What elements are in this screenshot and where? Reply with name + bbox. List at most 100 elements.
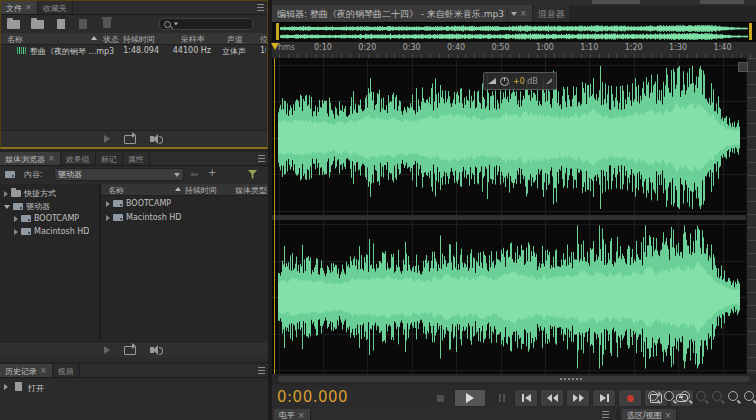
close-icon[interactable]: × — [665, 412, 672, 420]
waveform-view[interactable]: +0 dB — [272, 58, 756, 374]
tab-history-label: 历史记录 — [5, 366, 37, 377]
zoom-in-time-button[interactable] — [680, 391, 690, 401]
rewind-button[interactable] — [540, 389, 564, 407]
media-panel-tabbar: 媒体浏览器× 效果组 标记 属性 — [0, 152, 268, 166]
zoom-out-time-button[interactable] — [696, 391, 706, 401]
open-file-icon[interactable] — [7, 20, 20, 29]
close-icon[interactable]: × — [25, 4, 32, 12]
zoom-out-button[interactable] — [664, 391, 674, 401]
ruler-time-label: 0:50 — [492, 43, 510, 52]
delete-icon[interactable] — [103, 19, 111, 28]
tree-collapsed-icon[interactable] — [14, 216, 18, 222]
tree-expanded-icon[interactable] — [4, 205, 10, 209]
overview-waveform[interactable] — [280, 24, 748, 41]
zoom-selection-left-button[interactable] — [728, 391, 738, 401]
hud-pin-icon[interactable] — [546, 78, 552, 84]
zoom-amplitude-button[interactable] — [712, 391, 722, 401]
sort-asc-icon — [91, 36, 97, 40]
panel-menu-icon[interactable] — [254, 364, 268, 377]
fast-forward-button[interactable] — [566, 389, 590, 407]
close-icon[interactable]: × — [48, 155, 55, 163]
file-row[interactable]: 整曲《夜的钢琴 ...mp3 1:48.094 44100 Hz 立体声 16 — [1, 45, 267, 56]
disk-icon — [21, 228, 31, 235]
tab-selection-view-label: 选区/视图 — [627, 410, 662, 420]
tree-collapsed-icon[interactable] — [14, 229, 18, 235]
tree-item[interactable]: 快捷方式 — [4, 188, 56, 199]
preview-play-icon[interactable] — [104, 346, 110, 354]
search-input[interactable] — [159, 18, 253, 30]
volume-knob[interactable] — [500, 77, 509, 86]
tab-levels[interactable]: 电平× — [274, 409, 311, 420]
tab-editor[interactable]: 编辑器: 整曲《夜的钢琴曲二十四》 - 来自虾米音乐.mp3 × — [272, 5, 533, 22]
channel-corner-icon[interactable] — [738, 62, 748, 72]
waveform-canvas[interactable] — [272, 58, 746, 374]
preview-autoplay-icon[interactable] — [150, 347, 154, 353]
tree-item[interactable]: Macintosh HD — [14, 227, 89, 236]
tab-media-browser[interactable]: 媒体浏览器× — [0, 152, 61, 165]
ruler-unit-label: hms — [278, 43, 295, 52]
tab-selection-view[interactable]: 选区/视图× — [622, 409, 677, 420]
media-table-row[interactable]: BOOTCAMP — [106, 199, 171, 208]
hud-volume-control[interactable]: +0 dB — [483, 72, 557, 90]
tab-mixer[interactable]: 混音器 — [533, 5, 571, 22]
zoom-in-button[interactable] — [648, 391, 658, 401]
history-pointer-icon — [4, 384, 8, 390]
range-handle-right[interactable] — [749, 23, 752, 40]
range-handle-left[interactable] — [276, 23, 279, 40]
tab-effects-rack-label: 效果组 — [66, 154, 90, 165]
tab-files[interactable]: 文件× — [1, 1, 38, 14]
filter-icon[interactable] — [248, 170, 257, 179]
media-table-header[interactable]: 名称 持续时间 媒体类型 — [101, 184, 268, 196]
timeline-ruler[interactable]: hms 0:100:200:300:400:501:001:101:201:30… — [272, 42, 756, 59]
search-dropdown-icon[interactable] — [174, 23, 178, 26]
media-table-row[interactable]: Macintosh HD — [106, 213, 181, 222]
new-file-icon[interactable] — [57, 19, 65, 29]
tab-video[interactable]: 视频 — [53, 364, 80, 377]
stop-button[interactable] — [428, 389, 452, 407]
preview-autoplay-icon[interactable] — [150, 136, 154, 142]
panel-menu-icon[interactable] — [253, 1, 267, 14]
tab-effects-rack[interactable]: 效果组 — [61, 152, 96, 165]
ruler-time-label: 1:00 — [536, 43, 554, 52]
insert-multitrack-icon[interactable] — [79, 19, 87, 29]
tab-markers[interactable]: 标记 — [96, 152, 123, 165]
tree-collapsed-icon[interactable] — [106, 201, 110, 207]
overview-strip[interactable] — [272, 22, 756, 43]
zoom-selection-right-button[interactable] — [744, 391, 754, 401]
panel-menu-icon[interactable] — [254, 152, 268, 165]
skip-to-end-button[interactable] — [592, 389, 616, 407]
close-icon[interactable]: × — [520, 10, 527, 18]
tree-item[interactable]: 驱动器 — [4, 201, 50, 212]
content-dropdown[interactable]: 驱动器 — [54, 168, 184, 181]
pause-button[interactable] — [488, 389, 512, 407]
back-arrow-icon[interactable] — [190, 172, 198, 177]
preview-loop-icon[interactable] — [124, 135, 136, 144]
ruler-time-label: 0:40 — [447, 43, 465, 52]
record-button[interactable] — [618, 389, 642, 407]
tree-collapsed-icon[interactable] — [4, 191, 8, 197]
tree-collapsed-icon[interactable] — [106, 215, 110, 221]
preview-loop-icon[interactable] — [124, 346, 136, 355]
skip-to-start-button[interactable] — [514, 389, 538, 407]
tab-markers-label: 标记 — [101, 154, 117, 165]
history-item[interactable]: 打开 — [0, 381, 268, 393]
h-scrollbar-handle[interactable] — [278, 376, 750, 382]
tab-favorites[interactable]: 收藏夹 — [38, 1, 73, 14]
import-file-icon[interactable] — [31, 20, 44, 29]
panel-menu-icon[interactable] — [598, 411, 612, 418]
tab-properties[interactable]: 属性 — [123, 152, 150, 165]
tree-item[interactable]: BOOTCAMP — [14, 214, 79, 223]
tab-history[interactable]: 历史记录× — [0, 364, 53, 377]
playhead-marker[interactable] — [271, 43, 279, 50]
hud-gain-value[interactable]: +0 dB — [513, 77, 538, 86]
play-button[interactable] — [454, 389, 486, 407]
editor-tab-dropdown-icon[interactable] — [511, 12, 517, 16]
add-shortcut-icon[interactable]: + — [208, 167, 216, 178]
media-toolbar: 内容: 驱动器 + — [0, 166, 268, 183]
media-tree: 快捷方式驱动器 BOOTCAMP Macintosh HD — [0, 184, 101, 340]
preview-play-icon[interactable] — [104, 135, 110, 143]
close-icon[interactable]: × — [40, 367, 47, 375]
files-table-header[interactable]: 名称 状态 持续时间 采样率 声道 位 — [1, 33, 267, 45]
close-icon[interactable]: × — [298, 412, 305, 420]
time-display[interactable]: 0:00.000 — [277, 388, 348, 406]
